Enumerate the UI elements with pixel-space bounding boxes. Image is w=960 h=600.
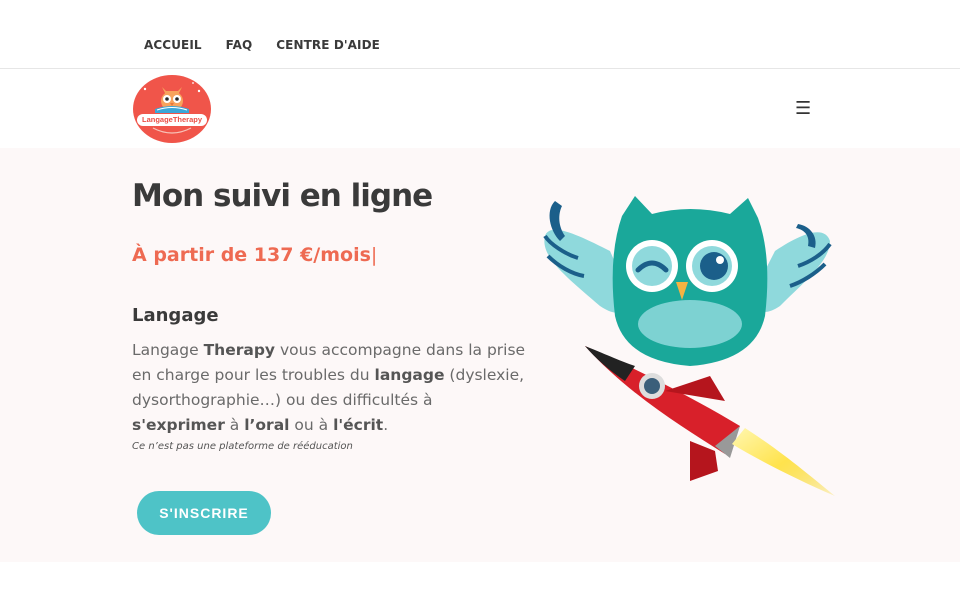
- site-header: LangageTherapy ☰: [0, 70, 960, 148]
- desc-text-1: Langage: [132, 341, 204, 359]
- logo-owl-icon: [143, 82, 201, 134]
- price-text: À partir de 137 €/mois|: [132, 244, 377, 266]
- logo-text: LangageTherapy: [137, 114, 207, 126]
- signup-button[interactable]: S'INSCRIRE: [137, 491, 271, 535]
- desc-bold-therapy: Therapy: [203, 341, 276, 359]
- desc-bold-exprimer: s'exprimer: [132, 416, 225, 434]
- section-subtitle: Langage: [132, 305, 219, 326]
- owl-rocket-illustration: [543, 196, 835, 496]
- desc-bold-ecrit: l'écrit: [333, 416, 384, 434]
- desc-text-5: ou à: [289, 416, 334, 434]
- nav-link-faq[interactable]: FAQ: [226, 38, 253, 52]
- desc-text-4: à: [224, 416, 245, 434]
- price-value: À partir de 137 €/mois: [132, 244, 371, 266]
- hero-section: Mon suivi en ligne À partir de 137 €/moi…: [0, 148, 960, 562]
- top-nav: ACCUEIL FAQ CENTRE D'AIDE: [144, 38, 380, 52]
- site-logo[interactable]: LangageTherapy: [133, 75, 211, 143]
- hamburger-menu-icon[interactable]: ☰: [795, 98, 811, 119]
- desc-bold-langage: langage: [374, 366, 445, 384]
- top-bar: ACCUEIL FAQ CENTRE D'AIDE: [0, 0, 960, 69]
- desc-text-6: .: [383, 416, 389, 434]
- typing-cursor: |: [370, 244, 378, 266]
- nav-link-accueil[interactable]: ACCUEIL: [144, 38, 202, 52]
- nav-link-centre-aide[interactable]: CENTRE D'AIDE: [276, 38, 380, 52]
- page-title: Mon suivi en ligne: [132, 178, 433, 214]
- desc-bold-oral: l’oral: [244, 416, 290, 434]
- disclaimer-note: Ce n’est pas une plateforme de rééducati…: [132, 441, 353, 452]
- hero-description: Langage Therapy vous accompagne dans la …: [132, 338, 527, 438]
